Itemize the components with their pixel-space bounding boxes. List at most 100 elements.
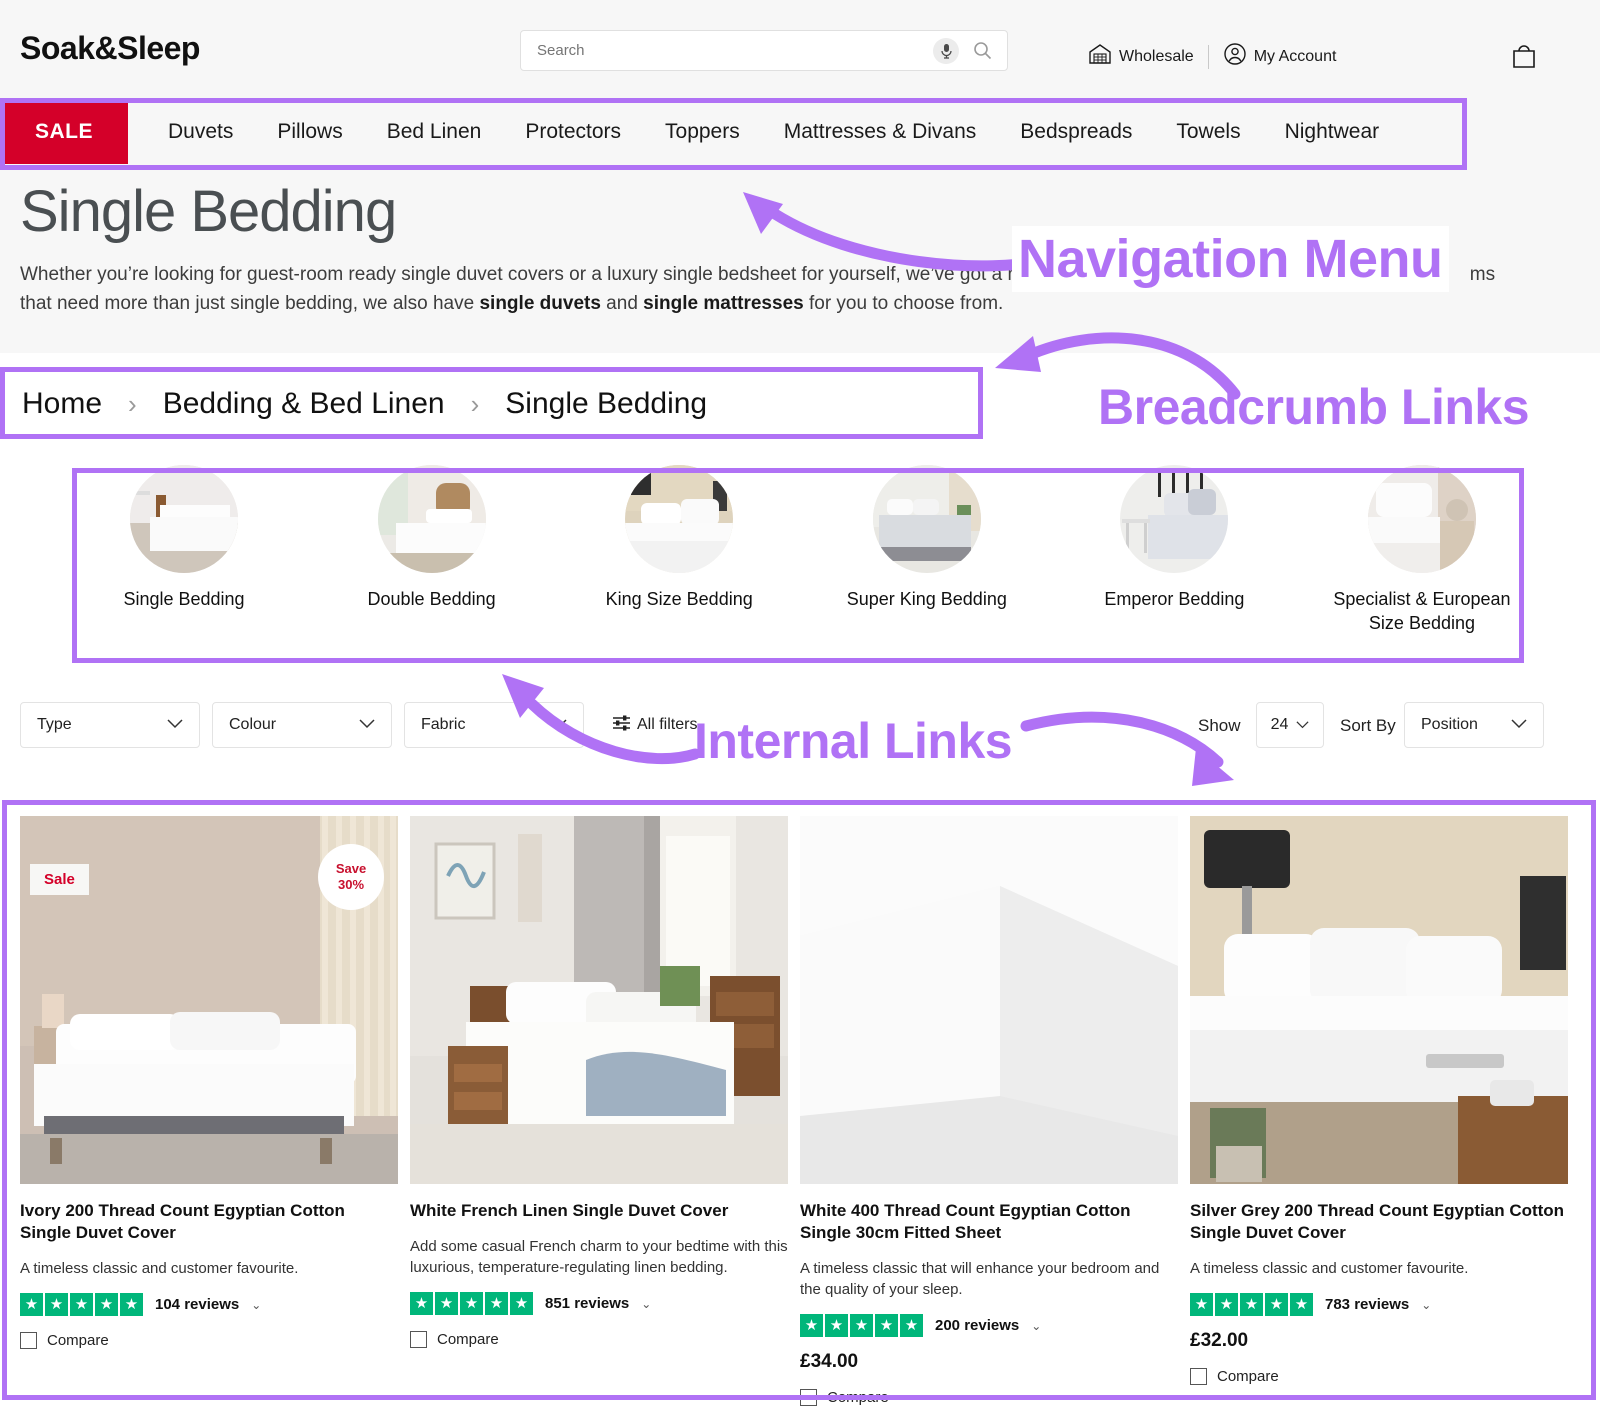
site-logo[interactable]: Soak&Sleep (20, 30, 200, 67)
compare-control[interactable]: Compare (800, 1389, 1178, 1406)
compare-checkbox[interactable] (800, 1389, 817, 1406)
compare-checkbox[interactable] (20, 1332, 37, 1349)
nav-item-bedspreads[interactable]: Bedspreads (998, 120, 1154, 144)
chevron-down-icon[interactable]: ⌄ (1421, 1298, 1431, 1312)
review-count[interactable]: 851 reviews (545, 1295, 629, 1312)
product-card[interactable]: Silver Grey 200 Thread Count Egyptian Co… (1190, 816, 1568, 1385)
nav-item-pillows[interactable]: Pillows (255, 120, 364, 144)
my-account-link[interactable]: My Account (1223, 42, 1337, 71)
product-image[interactable] (800, 816, 1178, 1184)
category-item-super-king-bedding[interactable]: Super King Bedding (821, 465, 1033, 635)
compare-control[interactable]: Compare (20, 1332, 398, 1349)
link-single-duvets[interactable]: single duvets (479, 293, 600, 314)
my-account-label: My Account (1253, 47, 1337, 65)
microphone-icon[interactable] (933, 37, 959, 64)
nav-item-mattresses-divans[interactable]: Mattresses & Divans (762, 120, 999, 144)
breadcrumb-item-bedding-bed-linen[interactable]: Bedding & Bed Linen (163, 387, 445, 421)
compare-checkbox[interactable] (1190, 1368, 1207, 1385)
category-label: King Size Bedding (605, 589, 753, 609)
filter-fabric-dropdown[interactable]: Fabric (404, 702, 584, 748)
category-label: Super King Bedding (846, 589, 1007, 609)
filter-colour-dropdown[interactable]: Colour (212, 702, 392, 748)
wholesale-link[interactable]: Wholesale (1088, 43, 1194, 70)
search-bar[interactable] (520, 30, 1008, 71)
wholesale-label: Wholesale (1119, 47, 1194, 65)
product-title[interactable]: White French Linen Single Duvet Cover (410, 1200, 788, 1222)
product-title[interactable]: Silver Grey 200 Thread Count Egyptian Co… (1190, 1200, 1568, 1244)
product-rating[interactable]: ★ ★ ★ ★ ★ 104 reviews ⌄ (20, 1293, 398, 1316)
compare-label: Compare (1217, 1368, 1279, 1385)
shopping-bag-icon[interactable] (1510, 42, 1538, 75)
category-thumbnail (625, 465, 734, 573)
product-card[interactable]: White French Linen Single Duvet Cover Ad… (410, 816, 788, 1348)
nav-item-sale[interactable]: SALE (0, 100, 128, 164)
category-label: Double Bedding (367, 589, 496, 609)
category-label: Specialist & European Size Bedding (1333, 589, 1511, 633)
product-description: A timeless classic that will enhance you… (800, 1260, 1160, 1298)
compare-label: Compare (47, 1332, 109, 1349)
review-count[interactable]: 783 reviews (1325, 1296, 1409, 1313)
product-rating[interactable]: ★ ★ ★ ★ ★ 783 reviews ⌄ (1190, 1293, 1568, 1316)
search-input[interactable] (521, 42, 933, 59)
category-item-single-bedding[interactable]: Single Bedding (78, 465, 290, 635)
product-rating[interactable]: ★ ★ ★ ★ ★ 200 reviews ⌄ (800, 1314, 1178, 1337)
category-item-king-size-bedding[interactable]: King Size Bedding (573, 465, 785, 635)
breadcrumb-separator: › (128, 388, 137, 419)
breadcrumb-item-single-bedding[interactable]: Single Bedding (505, 387, 707, 421)
product-image[interactable] (410, 816, 788, 1184)
product-description: Add some casual French charm to your bed… (410, 1238, 788, 1276)
product-title[interactable]: Ivory 200 Thread Count Egyptian Cotton S… (20, 1200, 398, 1244)
review-count[interactable]: 200 reviews (935, 1317, 1019, 1334)
category-item-double-bedding[interactable]: Double Bedding (326, 465, 538, 635)
review-count[interactable]: 104 reviews (155, 1296, 239, 1313)
annotation-label-breadcrumb-links: Breadcrumb Links (1098, 379, 1530, 435)
category-item-emperor-bedding[interactable]: Emperor Bedding (1068, 465, 1280, 635)
sort-by-dropdown[interactable]: Position (1404, 702, 1544, 748)
show-count-value: 24 (1270, 716, 1289, 733)
product-image[interactable]: Sale Save 30% (20, 816, 398, 1184)
sort-by-value: Position (1421, 716, 1478, 733)
nav-item-bed-linen[interactable]: Bed Linen (365, 120, 504, 144)
nav-item-towels[interactable]: Towels (1154, 120, 1262, 144)
breadcrumb-item-home[interactable]: Home (22, 387, 102, 421)
product-card[interactable]: White 400 Thread Count Egyptian Cotton S… (800, 816, 1178, 1406)
chevron-down-icon (551, 716, 567, 734)
site-header: Soak&Sleep Search Wholesale My Account (0, 0, 1600, 100)
compare-control[interactable]: Compare (410, 1331, 788, 1348)
nav-item-duvets[interactable]: Duvets (146, 120, 255, 144)
product-title[interactable]: White 400 Thread Count Egyptian Cotton S… (800, 1200, 1178, 1244)
page-title: Single Bedding (20, 179, 397, 244)
sliders-icon (612, 714, 631, 736)
show-count-dropdown[interactable]: 24 (1256, 702, 1324, 748)
user-icon (1223, 42, 1247, 71)
search-icon[interactable] (967, 41, 997, 60)
category-item-specialist-european-size-bedding[interactable]: Specialist & European Size Bedding (1316, 465, 1528, 635)
product-image[interactable] (1190, 816, 1568, 1184)
all-filters-button[interactable]: All filters (612, 714, 697, 736)
product-grid: Sale Save 30% Ivory 200 Thread Count Egy… (0, 802, 1600, 1415)
save-badge: Save 30% (318, 844, 384, 910)
chevron-down-icon[interactable]: ⌄ (1031, 1319, 1041, 1333)
nav-item-nightwear[interactable]: Nightwear (1263, 120, 1402, 144)
star-rating-icon: ★ ★ ★ ★ ★ (800, 1314, 923, 1337)
chevron-down-icon (167, 716, 183, 734)
category-thumbnail (1367, 465, 1476, 573)
compare-control[interactable]: Compare (1190, 1368, 1568, 1385)
category-carousel: Single Bedding Double Bedding King Size … (0, 455, 1600, 1020)
product-card[interactable]: Sale Save 30% Ivory 200 Thread Count Egy… (20, 816, 398, 1349)
page-description-and: and (600, 293, 644, 314)
nav-item-list: Duvets Pillows Bed Linen Protectors Topp… (128, 100, 1401, 164)
chevron-down-icon[interactable]: ⌄ (251, 1298, 261, 1312)
product-rating[interactable]: ★ ★ ★ ★ ★ 851 reviews ⌄ (410, 1292, 788, 1315)
chevron-down-icon (1511, 716, 1527, 734)
chevron-down-icon[interactable]: ⌄ (641, 1297, 651, 1311)
header-divider (1207, 44, 1209, 69)
nav-item-protectors[interactable]: Protectors (503, 120, 643, 144)
filter-type-dropdown[interactable]: Type (20, 702, 200, 748)
chevron-down-icon (359, 716, 375, 734)
nav-item-toppers[interactable]: Toppers (643, 120, 762, 144)
category-thumbnail (377, 465, 486, 573)
link-single-mattresses[interactable]: single mattresses (643, 293, 804, 314)
page-description-part4: for you to choose from. (803, 293, 1004, 314)
compare-checkbox[interactable] (410, 1331, 427, 1348)
